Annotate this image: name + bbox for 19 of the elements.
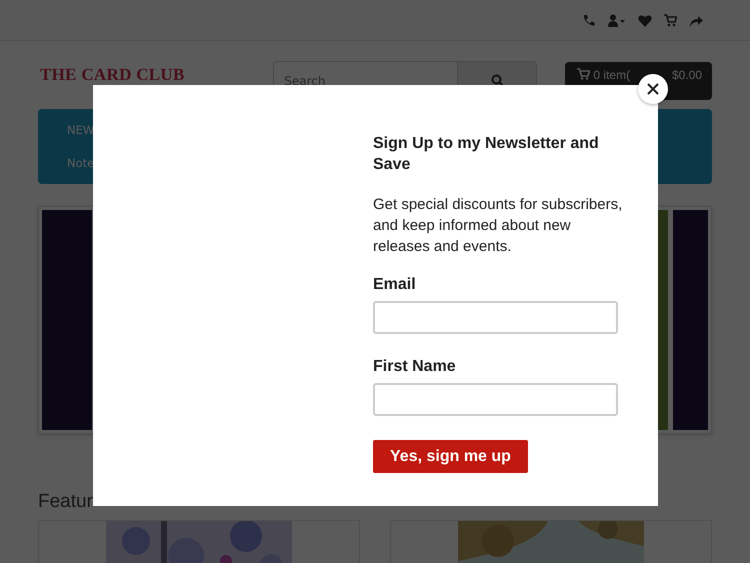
cart-icon <box>577 68 590 80</box>
signup-button[interactable]: Yes, sign me up <box>373 440 528 473</box>
phone-icon[interactable] <box>582 14 596 26</box>
input-field[interactable] <box>373 301 618 334</box>
close-icon <box>647 83 659 95</box>
user-icon[interactable] <box>608 14 626 26</box>
share-icon[interactable] <box>689 14 704 26</box>
section-heading: Featur <box>38 490 94 514</box>
dialog-text: Get special discounts for subscribers, and keep informed about new releases and events. <box>373 195 624 257</box>
search-icon <box>490 74 504 87</box>
cart-icon[interactable] <box>664 14 677 26</box>
store-logo[interactable]: THE CARD CLUB <box>38 65 274 85</box>
field-label: First Name <box>373 357 457 377</box>
heart-icon[interactable] <box>638 14 652 26</box>
input-field[interactable] <box>373 383 618 416</box>
field-label: Email <box>373 275 417 295</box>
dialog-title: Sign Up to my Newsletter and Save <box>373 134 600 175</box>
menu-item[interactable]: NEW <box>67 122 94 137</box>
menu-item[interactable]: Note <box>67 156 94 170</box>
